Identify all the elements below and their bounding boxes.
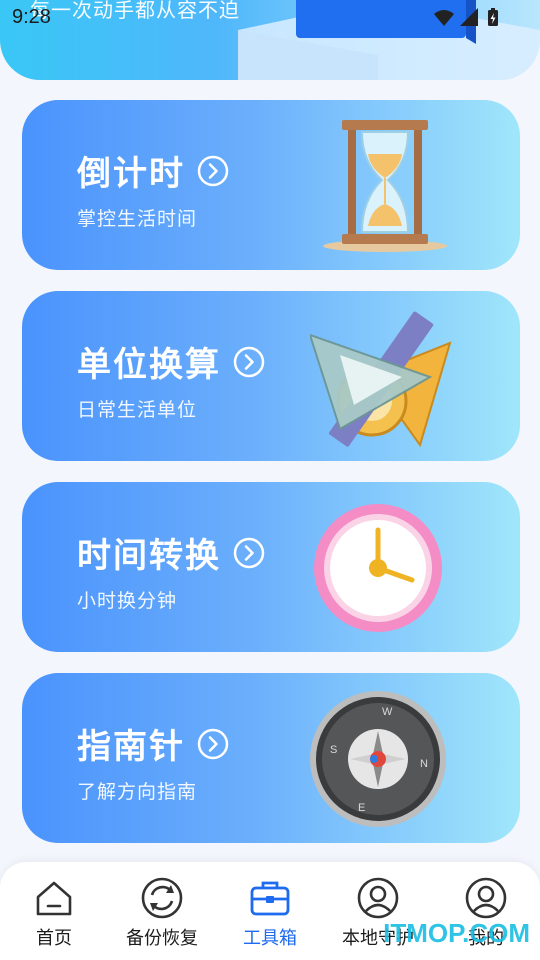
ruler-triangle-icon [310,311,452,447]
card-unit-conversion[interactable]: 单位换算 日常生活单位 [22,291,520,461]
nav-label: 首页 [36,928,72,949]
compass-letter-s: S [330,744,337,756]
chevron-right-circle-icon[interactable] [197,155,229,187]
profile-icon [465,877,507,919]
card-countdown[interactable]: 倒计时 掌控生活时间 [22,100,520,270]
card-title: 单位换算 [77,345,221,385]
toolbox-icon [250,881,290,916]
battery-charging-icon [488,8,498,26]
compass-letter-e: E [358,802,365,814]
nav-item-toolbox[interactable]: 工具箱 [216,862,324,960]
hourglass-icon [323,120,447,252]
card-subtitle: 小时换分钟 [77,590,178,612]
status-time: 9:28 [12,6,51,28]
compass-letter-n: N [420,758,428,770]
chevron-right-circle-icon[interactable] [233,537,265,569]
nav-item-home[interactable]: 首页 [0,862,108,960]
user-circle-icon [357,877,399,919]
status-icons [434,8,498,26]
card-title: 倒计时 [77,154,185,194]
card-title-row: 单位换算 [77,337,265,386]
signal-icon [460,8,478,26]
banner-slogan: 每一次动手都从容不迫 [30,0,240,22]
refresh-icon [141,877,183,919]
compass-icon: W N S E [310,691,446,827]
card-subtitle: 日常生活单位 [77,399,198,421]
wifi-icon [434,10,454,26]
watermark: ITMOP.COM [383,918,530,948]
compass-letter-w: W [382,706,393,718]
chevron-right-circle-icon[interactable] [233,346,265,378]
card-title: 时间转换 [77,536,221,576]
card-compass[interactable]: 指南针 了解方向指南 W N S E [22,673,520,843]
card-title-row: 倒计时 [77,146,229,195]
chevron-right-circle-icon[interactable] [197,728,229,760]
card-time-conversion[interactable]: 时间转换 小时换分钟 [22,482,520,652]
card-title-row: 时间转换 [77,528,265,577]
card-subtitle: 了解方向指南 [77,781,198,803]
clock-icon [314,504,442,632]
card-subtitle: 掌控生活时间 [77,208,198,230]
home-icon [36,881,72,916]
card-title-row: 指南针 [77,719,229,768]
card-title: 指南针 [77,727,185,767]
nav-label: 工具箱 [243,928,297,949]
nav-item-backup-restore[interactable]: 备份恢复 [108,862,216,960]
nav-label: 备份恢复 [126,928,198,949]
